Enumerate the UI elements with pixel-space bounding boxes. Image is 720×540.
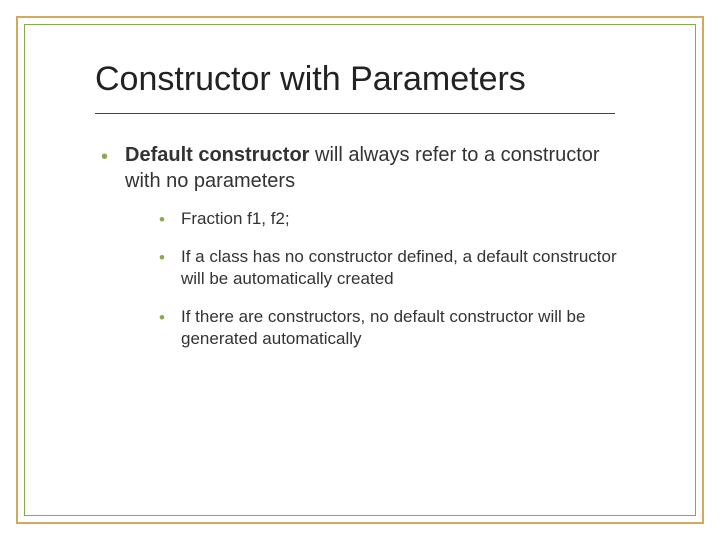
slide-content: Constructor with Parameters • Default co… (95, 60, 640, 366)
bullet-icon: • (159, 309, 165, 326)
bullet-bold-prefix: Default constructor (125, 144, 309, 166)
slide-title: Constructor with Parameters (95, 60, 640, 99)
bullet-list-level1: • Default constructor will always refer … (101, 142, 640, 350)
list-item: • If a class has no constructor defined,… (159, 246, 640, 290)
bullet-list-level2: • Fraction f1, f2; • If a class has no c… (159, 208, 640, 350)
bullet-text: If there are constructors, no default co… (181, 307, 585, 348)
bullet-icon: • (101, 147, 108, 167)
bullet-text: If a class has no constructor defined, a… (181, 247, 617, 288)
bullet-text: Fraction f1, f2; (181, 209, 290, 228)
list-item: • If there are constructors, no default … (159, 306, 640, 350)
bullet-icon: • (159, 249, 165, 266)
bullet-text: Default constructor will always refer to… (125, 144, 600, 192)
title-divider (95, 113, 615, 114)
list-item: • Fraction f1, f2; (159, 208, 640, 230)
list-item: • Default constructor will always refer … (101, 142, 640, 350)
bullet-icon: • (159, 211, 165, 228)
